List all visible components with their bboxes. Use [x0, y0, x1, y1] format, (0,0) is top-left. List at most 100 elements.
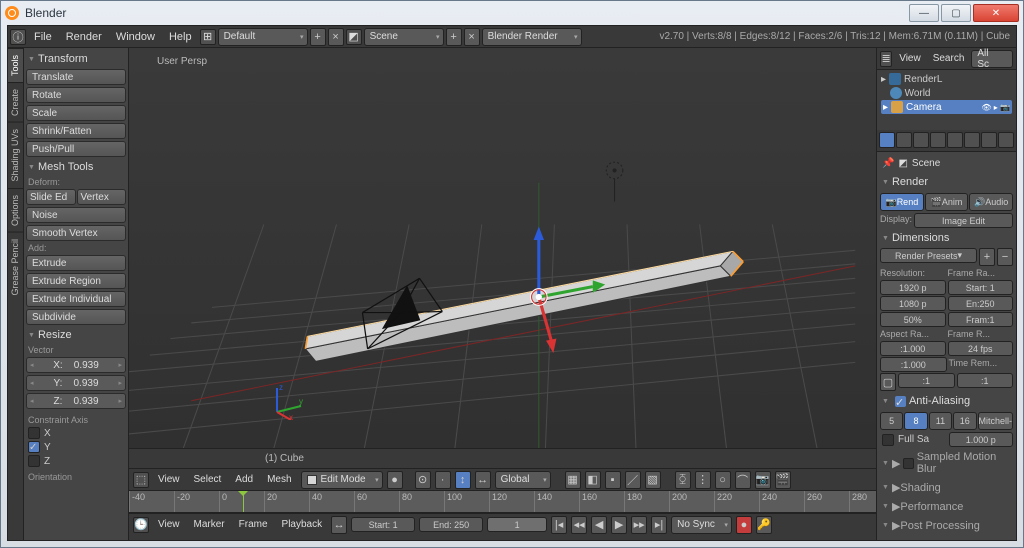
shading-panel-header[interactable]: ▶ Shading	[880, 478, 1013, 497]
vertex-button[interactable]: Vertex	[77, 189, 127, 205]
menu-render[interactable]: Render	[60, 29, 108, 45]
extrude-button[interactable]: Extrude	[26, 255, 126, 271]
resolution-x-field[interactable]: 1920 p	[880, 280, 946, 295]
resolution-percent-field[interactable]: 50%	[880, 312, 946, 327]
constraint-y-checkbox[interactable]: ✓Y	[26, 440, 126, 454]
resolution-y-field[interactable]: 1080 p	[880, 296, 946, 311]
minimize-button[interactable]: —	[909, 4, 939, 22]
noise-button[interactable]: Noise	[26, 207, 126, 223]
transform-panel-header[interactable]: Transform	[26, 50, 126, 68]
outliner-item-renderlayers[interactable]: ▸RenderL	[881, 72, 1012, 86]
context-layers-icon[interactable]	[896, 132, 912, 148]
timeline-cursor[interactable]	[243, 491, 244, 512]
aa-11-button[interactable]: 11	[929, 412, 952, 430]
mode-dropdown[interactable]: Edit Mode▾	[301, 471, 383, 489]
dimensions-panel-header[interactable]: Dimensions	[880, 229, 1013, 247]
shrink-fatten-button[interactable]: Shrink/Fatten	[26, 123, 126, 139]
timeline-menu-view[interactable]: View	[153, 517, 185, 532]
vtab-options[interactable]: Options	[8, 188, 23, 232]
opengl-anim-icon[interactable]: 🎬	[775, 471, 791, 489]
remap-new-field[interactable]: :1	[957, 373, 1014, 388]
select-vertex-icon[interactable]: ▪	[605, 471, 621, 489]
render-anim-button[interactable]: 🎬Anim	[925, 193, 969, 211]
menu-file[interactable]: File	[28, 29, 58, 45]
vector-z-field[interactable]: ◂Z: 0.939▸	[26, 393, 126, 409]
vtab-create[interactable]: Create	[8, 82, 23, 122]
outliner-menu-search[interactable]: Search	[928, 51, 970, 66]
keyframe-prev-icon[interactable]: ◂◂	[571, 516, 587, 534]
context-render-icon[interactable]	[879, 132, 895, 148]
push-pull-button[interactable]: Push/Pull	[26, 141, 126, 157]
extrude-region-button[interactable]: Extrude Region	[26, 273, 126, 289]
outliner-menu-view[interactable]: View	[894, 51, 926, 66]
view3d-menu-add[interactable]: Add	[230, 472, 258, 487]
preset-add-button[interactable]: +	[979, 248, 995, 266]
mesh-tools-panel-header[interactable]: Mesh Tools	[26, 158, 126, 176]
orientation-dropdown[interactable]: Global▾	[495, 471, 551, 489]
layers-icon[interactable]: ▦	[565, 471, 581, 489]
slide-edge-button[interactable]: Slide Ed	[26, 189, 76, 205]
aspect-y-field[interactable]: :1.000	[880, 357, 947, 372]
timeline-editor-icon[interactable]: 🕒	[133, 517, 149, 533]
manipulator-translate-icon[interactable]: ↔	[475, 471, 491, 489]
maximize-button[interactable]: ▢	[941, 4, 971, 22]
render-panel-header[interactable]: Render	[880, 173, 1013, 191]
aa-16-button[interactable]: 16	[953, 412, 976, 430]
scene-browser-icon[interactable]: ◩	[898, 158, 907, 169]
info-editor-icon[interactable]: ⓘ	[10, 29, 26, 45]
layout-browse-icon[interactable]: ⊞	[200, 29, 216, 45]
context-scene-icon[interactable]	[913, 132, 929, 148]
vtab-tools[interactable]: Tools	[8, 48, 23, 82]
smooth-vertex-button[interactable]: Smooth Vertex	[26, 225, 126, 241]
start-frame-field[interactable]: Start: 1	[351, 517, 415, 532]
end-frame-field[interactable]: End: 250	[419, 517, 483, 532]
outliner-item-camera[interactable]: ▸Camera👁 ▸ 📷	[881, 100, 1012, 114]
border-toggle[interactable]: ▢	[880, 373, 896, 391]
end-frame-field[interactable]: En:250	[948, 296, 1014, 311]
aa-5-button[interactable]: 5	[880, 412, 903, 430]
extrude-individual-button[interactable]: Extrude Individual	[26, 291, 126, 307]
pin-icon[interactable]: 📌	[882, 158, 894, 169]
scene-add-button[interactable]: +	[446, 28, 462, 46]
constraint-x-checkbox[interactable]: X	[26, 426, 126, 440]
frame-step-field[interactable]: Fram:1	[948, 312, 1014, 327]
sync-mode-dropdown[interactable]: No Sync▾	[671, 516, 732, 534]
menu-window[interactable]: Window	[110, 29, 161, 45]
view3d-editor-icon[interactable]: ⬚	[133, 472, 149, 488]
aa-8-button[interactable]: 8	[904, 412, 927, 430]
vtab-shading-uvs[interactable]: Shading UVs	[8, 122, 23, 188]
timeline-menu-playback[interactable]: Playback	[277, 517, 328, 532]
opengl-render-icon[interactable]: 📷	[755, 471, 771, 489]
filter-size-field[interactable]: 1.000 p	[949, 432, 1014, 447]
scene-dropdown[interactable]: Scene▾	[364, 28, 444, 46]
view3d-menu-mesh[interactable]: Mesh	[262, 472, 296, 487]
current-frame-field[interactable]: 1	[487, 517, 547, 532]
shading-solid-icon[interactable]: ●	[387, 471, 403, 489]
antialiasing-panel-header[interactable]: ✓Anti-Aliasing	[880, 392, 1013, 410]
subdivide-button[interactable]: Subdivide	[26, 309, 126, 325]
context-data-icon[interactable]	[998, 132, 1014, 148]
aspect-x-field[interactable]: :1.000	[880, 341, 946, 356]
view3d-menu-select[interactable]: Select	[189, 472, 227, 487]
vector-x-field[interactable]: ◂X: 0.939▸	[26, 357, 126, 373]
outliner-editor-icon[interactable]: ≣	[880, 51, 892, 67]
scene-remove-button[interactable]: ×	[464, 28, 480, 46]
performance-panel-header[interactable]: ▶ Performance	[880, 497, 1013, 516]
outliner-filter-dropdown[interactable]: All Sc	[971, 50, 1013, 68]
rotate-button[interactable]: Rotate	[26, 87, 126, 103]
fps-dropdown[interactable]: 24 fps	[948, 341, 1014, 356]
outliner-tree[interactable]: ▸RenderL World ▸Camera👁 ▸ 📷	[877, 70, 1016, 130]
preset-remove-button[interactable]: −	[997, 248, 1013, 266]
vector-y-field[interactable]: ◂Y: 0.939▸	[26, 375, 126, 391]
context-object-icon[interactable]	[947, 132, 963, 148]
play-icon[interactable]: ▶	[611, 516, 627, 534]
pivot-icon[interactable]: ⊙	[415, 471, 431, 489]
proportional-falloff-icon[interactable]: ⌒	[735, 471, 751, 489]
play-reverse-icon[interactable]: ◀	[591, 516, 607, 534]
scene-browse-icon[interactable]: ◩	[346, 29, 362, 45]
3d-viewport[interactable]: User Persp	[129, 48, 876, 448]
timeline-menu-frame[interactable]: Frame	[234, 517, 273, 532]
resize-panel-header[interactable]: Resize	[26, 326, 126, 344]
proportional-edit-icon[interactable]: ○	[715, 471, 731, 489]
use-preview-range-icon[interactable]: ↔	[331, 516, 347, 534]
